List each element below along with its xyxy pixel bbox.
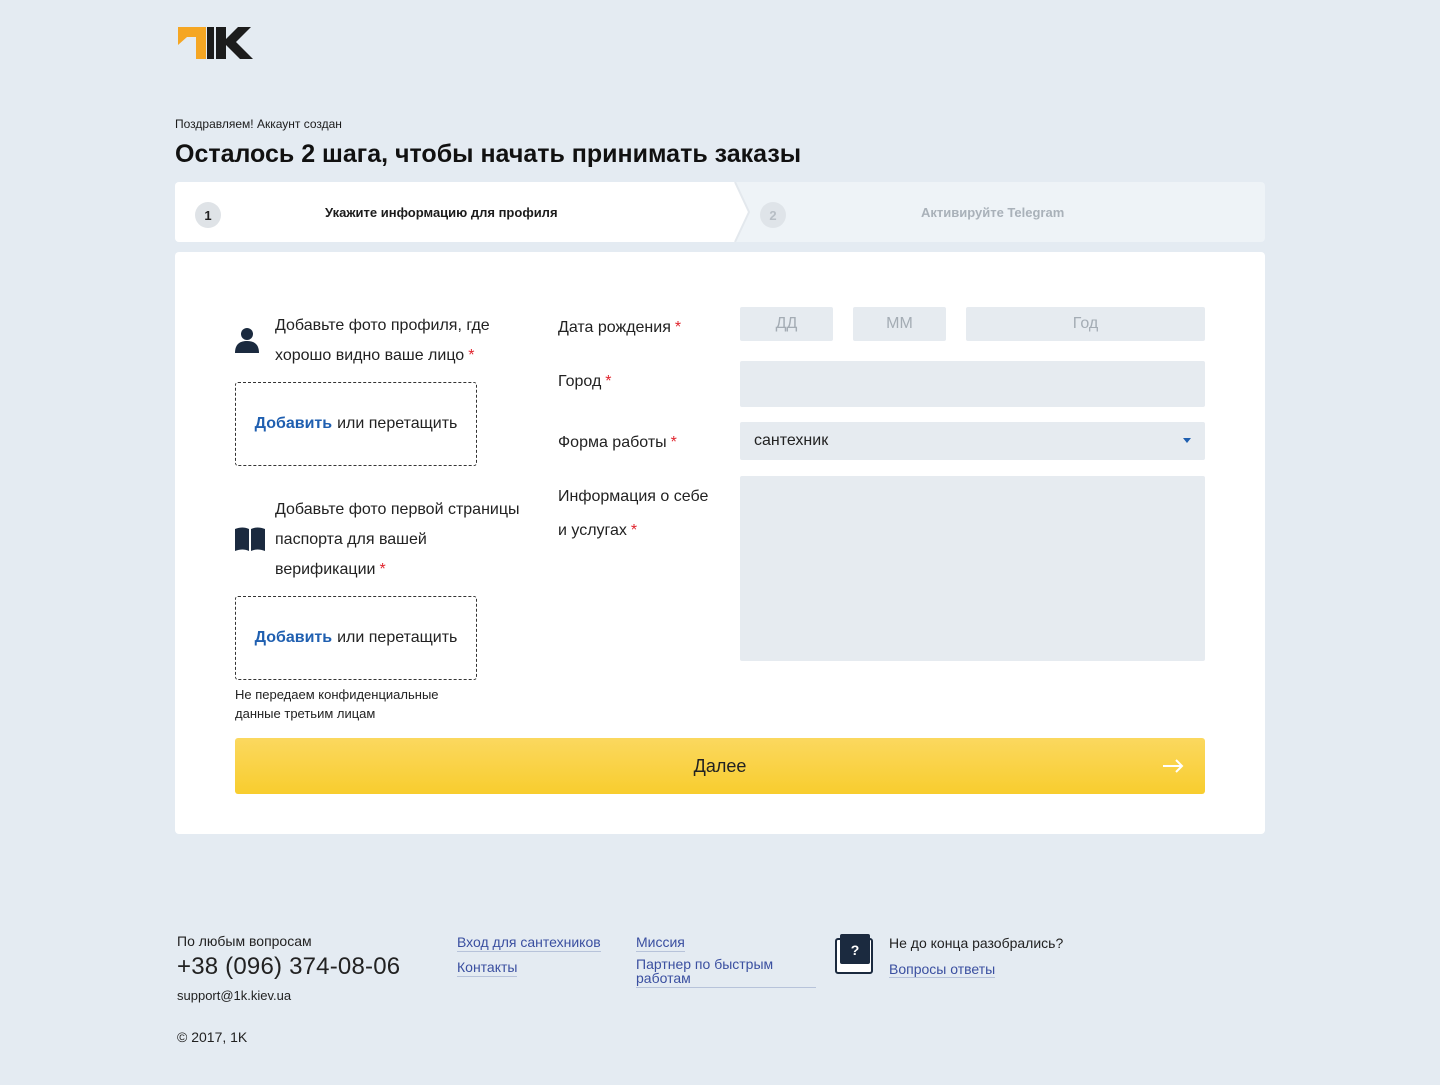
required-mark: * [605, 373, 612, 390]
work-form-label-text: Форма работы [558, 434, 667, 451]
birthdate-label-text: Дата рождения [558, 319, 671, 336]
passport-photo-drag-text: или перетащить [337, 629, 458, 646]
about-textarea[interactable] [740, 476, 1205, 661]
birth-month-input[interactable] [853, 307, 946, 341]
footer-copyright: © 2017, 1K [177, 1029, 248, 1045]
passport-photo-heading: Добавьте фото первой страницы паспорта д… [275, 495, 520, 585]
birth-day-input[interactable] [740, 307, 833, 341]
user-icon [235, 328, 259, 353]
footer-link-plumber-login[interactable]: Вход для сантехников [457, 934, 601, 952]
birth-year-input[interactable] [966, 307, 1205, 341]
footer-faq-link[interactable]: Вопросы ответы [889, 961, 996, 978]
required-mark: * [379, 561, 386, 578]
step-2-label[interactable]: Активируйте Telegram [921, 205, 1064, 220]
step-1-label: Укажите информацию для профиля [325, 205, 558, 220]
book-icon [235, 527, 265, 551]
required-mark: * [468, 347, 475, 364]
about-label: Информация о себе и услугах * [558, 480, 708, 548]
help-glyph: ? [851, 942, 860, 958]
passport-heading-line3: верификации [275, 561, 376, 578]
passport-photo-dropzone[interactable]: Добавить или перетащить [235, 596, 477, 680]
city-label: Город * [558, 365, 612, 399]
next-button[interactable]: Далее [235, 738, 1205, 794]
passport-heading-line2: паспорта для вашей [275, 531, 427, 548]
privacy-note-line1: Не передаем конфиденциальные [235, 687, 439, 702]
about-label-line1: Информация о себе [558, 488, 709, 505]
passport-heading-line1: Добавьте фото первой страницы [275, 501, 520, 518]
privacy-note-line2: данные третьим лицам [235, 706, 376, 721]
logo-icon [178, 27, 253, 59]
arrow-right-icon [1163, 759, 1184, 773]
footer-phone[interactable]: +38 (096) 374-08-06 [177, 953, 400, 981]
birthdate-label: Дата рождения * [558, 311, 681, 345]
chevron-down-icon [1183, 438, 1191, 443]
footer-questions-label: По любым вопросам [177, 933, 312, 949]
work-form-value: сантехник [754, 432, 829, 449]
logo[interactable] [178, 25, 260, 61]
help-book-icon: ? [835, 934, 873, 974]
profile-photo-dropzone[interactable]: Добавить или перетащить [235, 382, 477, 466]
step-2-number: 2 [760, 202, 786, 228]
profile-photo-heading-line2: хорошо видно ваше лицо [275, 347, 465, 364]
footer-link-partner[interactable]: Партнер по быстрым работам [636, 957, 816, 988]
profile-form-card: Добавьте фото профиля, где хорошо видно … [175, 252, 1265, 834]
footer-link-contacts[interactable]: Контакты [457, 959, 518, 977]
next-button-label: Далее [693, 755, 747, 776]
work-form-label: Форма работы * [558, 426, 677, 460]
steps-bar: 1 Укажите информацию для профиля 2 Актив… [175, 182, 1265, 242]
profile-photo-add-link[interactable]: Добавить [255, 415, 333, 433]
footer-email[interactable]: support@1k.kiev.ua [177, 988, 291, 1003]
page-title: Осталось 2 шага, чтобы начать принимать … [175, 140, 802, 168]
work-form-select[interactable]: сантехник [740, 422, 1205, 460]
about-label-line2: и услугах [558, 522, 627, 539]
profile-photo-heading: Добавьте фото профиля, где хорошо видно … [275, 311, 490, 371]
footer-help-question: Не до конца разобрались? [889, 935, 1064, 951]
profile-photo-drag-text: или перетащить [337, 415, 458, 432]
profile-photo-heading-line1: Добавьте фото профиля, где [275, 317, 490, 334]
step-divider-icon [715, 182, 751, 242]
footer-link-mission[interactable]: Миссия [636, 934, 685, 952]
required-mark: * [630, 522, 638, 539]
account-created-text: Поздравляем! Аккаунт создан [175, 117, 342, 131]
privacy-note: Не передаем конфиденциальные данные трет… [235, 685, 495, 723]
passport-photo-add-link[interactable]: Добавить [255, 629, 333, 647]
required-mark: * [674, 319, 682, 336]
step-1-number: 1 [195, 202, 221, 228]
required-mark: * [670, 434, 677, 451]
city-label-text: Город [558, 373, 602, 390]
city-input[interactable] [740, 361, 1205, 407]
